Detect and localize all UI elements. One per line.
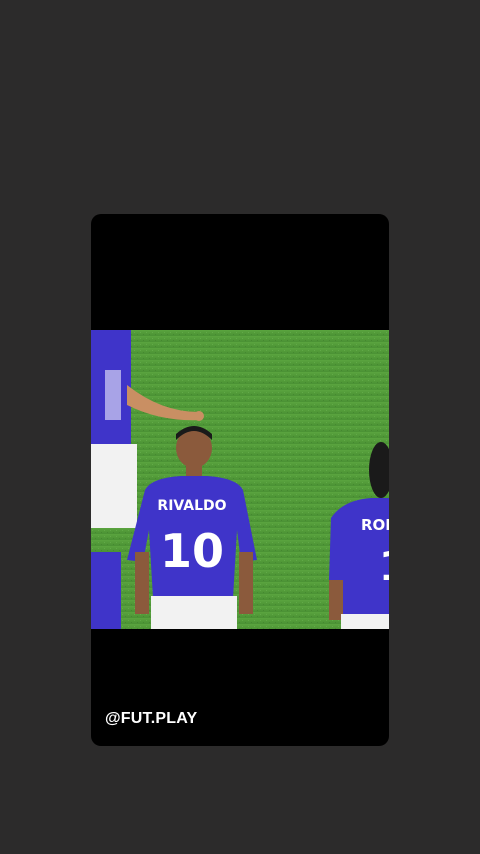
right-jersey-name: RONA (361, 516, 389, 534)
main-jersey-number: 10 (160, 524, 224, 578)
account-handle[interactable]: @FUT.PLAY (105, 710, 197, 728)
video-frame[interactable]: RIVALDO 10 RONA 1 (91, 330, 389, 629)
story-card: RIVALDO 10 RONA 1 @FUT.PLAY (91, 214, 389, 746)
right-jersey-number: 1 (379, 544, 389, 590)
main-jersey-name: RIVALDO (157, 498, 226, 514)
